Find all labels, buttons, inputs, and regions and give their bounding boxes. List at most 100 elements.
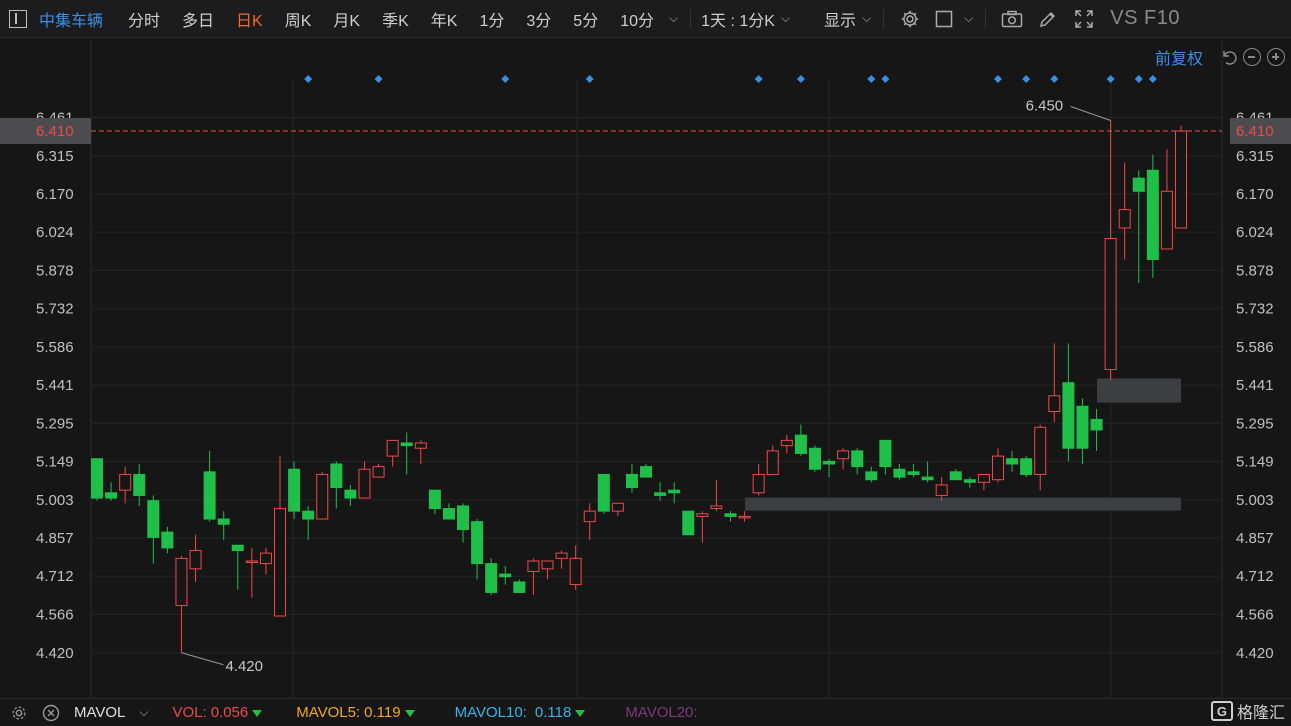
event-marker-icon[interactable] bbox=[1148, 75, 1157, 83]
event-marker-icon[interactable] bbox=[796, 75, 805, 83]
candle-up[interactable] bbox=[935, 484, 948, 496]
display-chevron-icon[interactable]: ⌵ bbox=[862, 11, 871, 26]
candle-down[interactable] bbox=[879, 439, 892, 468]
more-periods-chevron-icon[interactable]: ⌵ bbox=[669, 11, 678, 26]
candle-down[interactable] bbox=[654, 492, 667, 496]
candle-up[interactable] bbox=[977, 473, 990, 483]
candle-down[interactable] bbox=[203, 471, 216, 520]
tab-1min[interactable]: 1分 bbox=[468, 7, 515, 31]
event-marker-icon[interactable] bbox=[754, 75, 763, 83]
candle-down[interactable] bbox=[907, 471, 920, 475]
candle-up[interactable] bbox=[358, 468, 371, 499]
tab-intraday[interactable]: 分时 bbox=[117, 7, 171, 31]
candle-down[interactable] bbox=[105, 492, 118, 499]
candle-up[interactable] bbox=[541, 560, 554, 570]
candle-up[interactable] bbox=[527, 560, 540, 572]
candle-up[interactable] bbox=[175, 557, 188, 607]
candle-up[interactable] bbox=[259, 552, 272, 565]
event-marker-icon[interactable] bbox=[1106, 75, 1115, 83]
candle-up[interactable] bbox=[274, 508, 287, 617]
candle-down[interactable] bbox=[1146, 169, 1159, 260]
candle-down[interactable] bbox=[893, 468, 906, 478]
tab-daily-k[interactable]: 日K bbox=[225, 7, 274, 31]
candle-up[interactable] bbox=[611, 502, 624, 512]
candle-down[interactable] bbox=[471, 521, 484, 565]
tab-3min[interactable]: 3分 bbox=[515, 7, 562, 31]
candle-up[interactable] bbox=[1104, 237, 1117, 371]
candle-up[interactable] bbox=[119, 473, 132, 491]
event-marker-icon[interactable] bbox=[1022, 75, 1031, 83]
candle-up[interactable] bbox=[583, 510, 596, 523]
candle-down[interactable] bbox=[640, 466, 653, 478]
candle-down[interactable] bbox=[1090, 418, 1103, 431]
candle-up[interactable] bbox=[710, 505, 723, 510]
candle-up[interactable] bbox=[1034, 426, 1047, 475]
candle-down[interactable] bbox=[625, 473, 638, 489]
candle-down[interactable] bbox=[668, 489, 681, 494]
square-icon[interactable] bbox=[935, 8, 953, 30]
candle-down[interactable] bbox=[921, 476, 934, 481]
candle-up[interactable] bbox=[189, 549, 202, 570]
candle-down[interactable] bbox=[724, 513, 737, 517]
indicator-close-icon[interactable] bbox=[42, 704, 60, 722]
candle-up[interactable] bbox=[780, 439, 793, 447]
candle-down[interactable] bbox=[161, 531, 174, 549]
indicator-name[interactable]: MAVOL bbox=[74, 704, 125, 721]
candle-down[interactable] bbox=[513, 581, 526, 593]
candle-up[interactable] bbox=[991, 455, 1004, 481]
tab-multi-day[interactable]: 多日 bbox=[171, 7, 225, 31]
candle-down[interactable] bbox=[1020, 458, 1033, 475]
display-menu[interactable]: 显示 bbox=[822, 7, 858, 31]
candle-down[interactable] bbox=[1132, 177, 1145, 192]
candle-down[interactable] bbox=[1062, 382, 1075, 449]
candle-down[interactable] bbox=[288, 468, 301, 512]
candle-up[interactable] bbox=[316, 473, 329, 520]
candle-up[interactable] bbox=[752, 473, 765, 494]
candle-up[interactable] bbox=[1118, 209, 1131, 229]
candle-down[interactable] bbox=[330, 463, 343, 489]
candle-up[interactable] bbox=[245, 560, 258, 563]
tab-yearly-k[interactable]: 年K bbox=[420, 7, 469, 31]
candlestick-chart[interactable]: 6.4616.4616.3156.3156.1706.1706.0246.024… bbox=[0, 38, 1291, 698]
square-chevron-icon[interactable]: ⌵ bbox=[964, 11, 973, 26]
candle-down[interactable] bbox=[963, 479, 976, 483]
candle-down[interactable] bbox=[794, 434, 807, 454]
event-marker-icon[interactable] bbox=[881, 75, 890, 83]
period-select[interactable]: 1天 : 1分K bbox=[699, 7, 777, 31]
candle-down[interactable] bbox=[597, 473, 610, 512]
pencil-icon[interactable] bbox=[1037, 8, 1059, 30]
candle-down[interactable] bbox=[442, 508, 455, 520]
candle-down[interactable] bbox=[231, 544, 244, 551]
tab-monthly-k[interactable]: 月K bbox=[322, 7, 371, 31]
candle-down[interactable] bbox=[133, 473, 146, 496]
candle-up[interactable] bbox=[738, 515, 751, 519]
tab-quarterly-k[interactable]: 季K bbox=[371, 7, 420, 31]
period-select-chevron-icon[interactable]: ⌵ bbox=[781, 11, 790, 26]
candle-up[interactable] bbox=[1048, 395, 1061, 413]
candle-down[interactable] bbox=[1076, 405, 1089, 449]
candle-down[interactable] bbox=[1006, 458, 1019, 465]
candle-up[interactable] bbox=[386, 439, 399, 457]
candle-down[interactable] bbox=[147, 500, 160, 538]
tab-10min[interactable]: 10分 bbox=[609, 7, 665, 31]
fullscreen-icon[interactable] bbox=[1073, 8, 1095, 30]
candle-down[interactable] bbox=[457, 505, 470, 531]
gear-icon[interactable] bbox=[899, 8, 921, 30]
candle-up[interactable] bbox=[837, 450, 850, 460]
stock-name[interactable]: 中集车辆 bbox=[39, 7, 103, 31]
candle-down[interactable] bbox=[485, 563, 498, 593]
candle-down[interactable] bbox=[865, 471, 878, 481]
vs-f10-button[interactable]: VS F10 bbox=[1110, 7, 1180, 30]
event-marker-icon[interactable] bbox=[867, 75, 876, 83]
candle-down[interactable] bbox=[949, 471, 962, 481]
candle-down[interactable] bbox=[499, 573, 512, 578]
candle-up[interactable] bbox=[569, 557, 582, 586]
event-marker-icon[interactable] bbox=[585, 75, 594, 83]
indicator-settings-icon[interactable] bbox=[10, 704, 28, 722]
event-marker-icon[interactable] bbox=[374, 75, 383, 83]
candle-down[interactable] bbox=[344, 489, 357, 499]
candle-up[interactable] bbox=[372, 466, 385, 478]
candle-down[interactable] bbox=[823, 460, 836, 465]
event-marker-icon[interactable] bbox=[304, 75, 313, 83]
candle-down[interactable] bbox=[302, 510, 315, 520]
